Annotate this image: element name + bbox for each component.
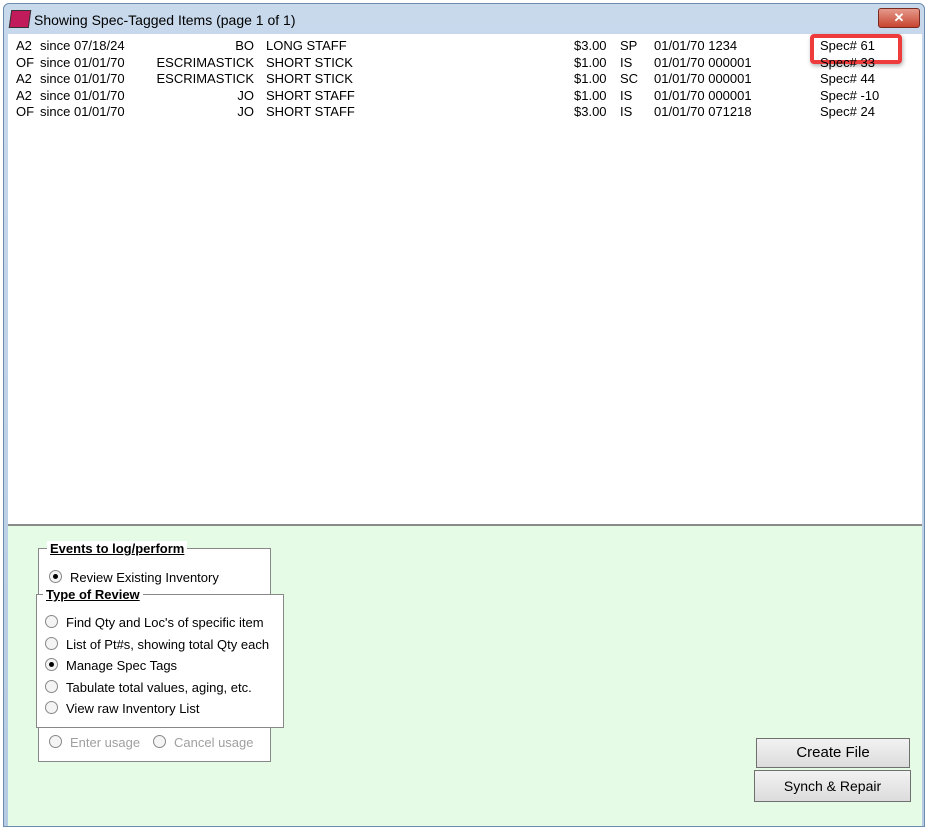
radio-review-option[interactable]: Manage Spec Tags <box>45 658 177 673</box>
create-file-button[interactable]: Create File <box>756 738 910 768</box>
radio-icon <box>45 701 58 714</box>
cell-type: IS <box>620 87 633 103</box>
cell-desc: SHORT STICK <box>266 71 353 86</box>
cell-loc: A2 <box>16 71 32 86</box>
cell-date: 01/01/70 000001 <box>654 87 752 103</box>
cell-type: SC <box>620 71 639 86</box>
radio-selected-icon <box>49 570 62 583</box>
cell-spec: Spec# -10 <box>820 87 880 103</box>
cell-code: JO <box>237 104 254 119</box>
radio-enter-usage: Enter usage <box>49 735 140 750</box>
cell-desc: SHORT STAFF <box>266 104 355 119</box>
synch-repair-button[interactable]: Synch & Repair <box>754 770 911 802</box>
cell-date: 01/01/70 000001 <box>654 71 752 86</box>
radio-icon <box>45 615 58 628</box>
radio-label: View raw Inventory List <box>66 701 200 716</box>
cell-date: 01/01/70 071218 <box>654 104 752 119</box>
events-group-label: Events to log/perform <box>47 541 188 556</box>
radio-review-existing-inventory[interactable]: Review Existing Inventory <box>49 570 219 585</box>
cell-spec: Spec# 24 <box>820 104 875 119</box>
close-button[interactable]: ✕ <box>878 8 920 28</box>
cell-spec: Spec# 44 <box>820 71 875 86</box>
cell-price: $3.00 <box>574 38 607 53</box>
cell-since: since 01/01/70 <box>40 71 125 86</box>
radio-review-option[interactable]: Tabulate total values, aging, etc. <box>45 679 252 695</box>
radio-label: Review Existing Inventory <box>70 570 219 585</box>
radio-label: Enter usage <box>70 735 141 750</box>
options-panel: Events to log/perform Review Existing In… <box>8 526 922 826</box>
list-row[interactable]: OF since 01/01/70 ESCRIMASTICK SHORT STICK $… <box>8 55 922 71</box>
list-row[interactable]: A2 since 07/18/24 BO LONG STAFF $3.00 SP 01/01… <box>8 34 922 64</box>
radio-review-option[interactable]: Find Qty and Loc's of specific item <box>45 615 264 630</box>
radio-label: List of Pt#s, showing total Qty each <box>66 636 270 652</box>
list-row[interactable]: OF since 01/01/70 JO SHORT STAFF $3.00 IS 01/0… <box>8 104 922 120</box>
cell-since: since 01/01/70 <box>40 104 125 119</box>
cell-desc: SHORT STICK <box>266 54 353 70</box>
cell-since: since 01/01/70 <box>40 54 125 70</box>
list-row[interactable]: A2 since 01/01/70 ESCRIMASTICK SHORT STICK $… <box>8 71 922 87</box>
cell-spec: Spec# 61 <box>820 38 875 53</box>
radio-icon <box>45 658 58 671</box>
cell-price: $1.00 <box>574 87 607 103</box>
cell-price: $3.00 <box>574 104 607 119</box>
cell-spec: Spec# 33 <box>820 54 875 70</box>
radio-cancel-usage: Cancel usage <box>153 735 254 750</box>
radio-icon <box>153 735 166 748</box>
list-row[interactable]: A2 since 01/01/70 JO SHORT STAFF $1.00 IS 01/0… <box>8 88 922 104</box>
window-title: Showing Spec-Tagged Items (page 1 of 1) <box>34 12 296 28</box>
spec-tag-list[interactable]: A2 since 07/18/24 BO LONG STAFF $3.00 SP 01/01… <box>8 34 922 526</box>
cell-type: SP <box>620 38 638 53</box>
cell-type: IS <box>620 104 633 119</box>
cell-desc: LONG STAFF <box>266 38 347 53</box>
cell-loc: A2 <box>16 87 32 103</box>
radio-label: Cancel usage <box>174 735 254 750</box>
app-icon <box>8 10 32 28</box>
cell-price: $1.00 <box>574 54 607 70</box>
review-group-label: Type of Review <box>43 587 143 602</box>
cell-loc: OF <box>16 54 35 70</box>
cell-loc: OF <box>16 104 35 119</box>
cell-price: $1.00 <box>574 71 607 86</box>
cell-code: BO <box>235 38 254 53</box>
cell-date: 01/01/70 000001 <box>654 54 752 70</box>
review-type-group: Type of Review Find Qty and Loc's of spe… <box>36 587 284 728</box>
radio-icon <box>49 735 62 748</box>
cell-since: since 07/18/24 <box>40 38 125 53</box>
radio-label: Find Qty and Loc's of specific item <box>66 615 264 630</box>
radio-label: Tabulate total values, aging, etc. <box>66 679 252 695</box>
radio-label: Manage Spec Tags <box>66 658 178 673</box>
cell-desc: SHORT STAFF <box>266 87 355 103</box>
cell-code: ESCRIMASTICK <box>156 71 254 86</box>
cell-loc: A2 <box>16 38 32 53</box>
radio-review-option[interactable]: List of Pt#s, showing total Qty each <box>45 636 270 652</box>
radio-icon <box>45 636 58 650</box>
cell-type: IS <box>620 54 633 70</box>
radio-review-option[interactable]: View raw Inventory List <box>45 701 199 716</box>
cell-code: JO <box>237 87 254 103</box>
radio-icon <box>45 679 58 693</box>
cell-code: ESCRIMASTICK <box>156 54 254 70</box>
dialog-window: Showing Spec-Tagged Items (page 1 of 1) … <box>3 3 925 827</box>
cell-date: 01/01/70 1234 <box>654 38 738 53</box>
cell-since: since 01/01/70 <box>40 87 125 103</box>
